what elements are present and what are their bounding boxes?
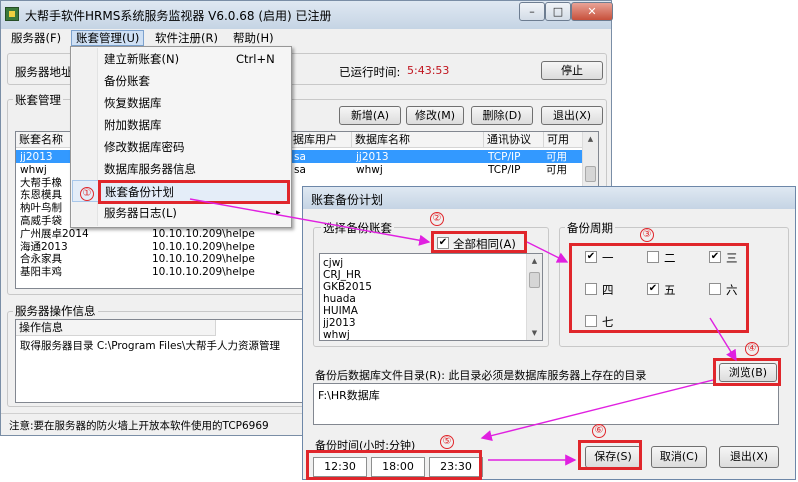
main-window-title: 大帮手软件HRMS系统服务监视器 V6.0.68 (启用) 已注册: [25, 9, 332, 23]
server-address-label: 服务器地址: [15, 65, 73, 79]
highlight-save: [578, 440, 642, 470]
highlight-all-same: [431, 231, 527, 253]
menu-server[interactable]: 服务器(F): [7, 30, 65, 46]
status-text: 注意:要在服务器的防火墙上开放本软件使用的TCP6969: [9, 420, 269, 432]
table-cell-db: jj2013: [356, 151, 389, 163]
highlight-backup-cycle: [569, 243, 749, 333]
col-header-available[interactable]: 可用: [544, 132, 584, 148]
dropdown-item[interactable]: 建立新账套(N) Ctrl+N: [72, 48, 290, 70]
dropdown-item[interactable]: 服务器日志(L) ▸: [72, 202, 290, 224]
dialog-titlebar[interactable]: 账套备份计划: [303, 187, 795, 209]
dropdown-item-label: 数据库服务器信息: [104, 162, 196, 176]
account-list-item[interactable]: CRJ_HR: [323, 269, 523, 281]
table-cell-user: sa: [294, 151, 306, 163]
dropdown-item-label: 恢复数据库: [104, 96, 162, 110]
exit-button[interactable]: 退出(X): [541, 106, 603, 125]
uptime-value: 5:43:53: [407, 64, 450, 77]
account-scroll-up-icon[interactable]: ▲: [528, 254, 541, 268]
dialog-title: 账套备份计划: [311, 193, 384, 207]
highlight-backup-plan-item: [98, 180, 290, 204]
dropdown-item-label: 修改数据库密码: [104, 140, 185, 154]
backup-plan-dialog: 账套备份计划 选择备份账套 ✔ 全部相同(A) cjwj CRJ_HR GKB201…: [302, 186, 796, 480]
close-button[interactable]: ✕: [571, 2, 613, 21]
dir-input[interactable]: F:\HR数据库: [313, 383, 779, 425]
table-cell-db: whwj: [356, 163, 383, 176]
highlight-time: [306, 450, 482, 480]
table-cell-user: sa: [294, 163, 306, 176]
marker-1: ①: [80, 187, 94, 201]
col-header-db-name[interactable]: 数据库名称: [352, 132, 484, 148]
account-list-item[interactable]: HUIMA: [323, 305, 523, 317]
dropdown-item[interactable]: 附加数据库: [72, 114, 290, 136]
account-list-scrollbar[interactable]: ▲ ▼: [526, 254, 542, 340]
highlight-browse: [713, 358, 781, 386]
minimize-button[interactable]: –: [519, 2, 545, 21]
table-cell-address: 10.10.10.209\helpe: [152, 253, 255, 266]
table-cell-protocol: TCP/IP: [488, 151, 521, 163]
backup-cycle-label: 备份周期: [565, 220, 615, 236]
table-cell-name: 合永家具: [20, 253, 62, 266]
table-cell-available: 可用: [546, 151, 567, 163]
scroll-thumb[interactable]: [585, 166, 596, 182]
dropdown-item-label: 备份账套: [104, 74, 150, 88]
table-cell-name: 基阳丰鸡: [20, 266, 62, 279]
ops-group-label: 服务器操作信息: [13, 303, 98, 319]
maximize-button[interactable]: □: [545, 2, 571, 21]
account-list-item[interactable]: huada: [323, 293, 523, 305]
stop-button[interactable]: 停止: [541, 61, 603, 80]
account-list-item[interactable]: jj2013: [323, 317, 523, 329]
table-cell-available: 可用: [546, 163, 567, 176]
account-group-label: 账套管理: [13, 92, 63, 108]
account-scroll-down-icon[interactable]: ▼: [528, 326, 541, 340]
account-list-item[interactable]: cjwj: [323, 257, 523, 269]
add-button[interactable]: 新增(A): [339, 106, 401, 125]
edit-button[interactable]: 修改(M): [406, 106, 464, 125]
dropdown-item[interactable]: 恢复数据库: [72, 92, 290, 114]
dropdown-item-shortcut: Ctrl+N: [236, 52, 275, 66]
menubar: 服务器(F) 账套管理(U) 软件注册(R) 帮助(H): [1, 29, 611, 47]
table-cell-name: 广州展卓2014: [20, 227, 89, 240]
account-list-item[interactable]: GKB2015: [323, 281, 523, 293]
marker-4: ④: [745, 342, 759, 356]
uptime-label: 已运行时间:: [339, 65, 401, 79]
main-titlebar[interactable]: 大帮手软件HRMS系统服务监视器 V6.0.68 (启用) 已注册 – □ ✕: [1, 1, 613, 29]
account-select-list[interactable]: cjwj CRJ_HR GKB2015 huada HUIMA jj2013 whwj ▲ …: [319, 253, 543, 341]
dir-label: 备份后数据库文件目录(R): 此目录必须是数据库服务器上存在的目录: [315, 369, 647, 382]
menu-help[interactable]: 帮助(H): [229, 30, 278, 46]
table-cell-address: 10.10.10.209\helpe: [152, 240, 255, 253]
col-header-db-user[interactable]: 据库用户: [290, 132, 352, 148]
dropdown-item[interactable]: 修改数据库密码: [72, 136, 290, 158]
cancel-button[interactable]: 取消(C): [651, 446, 707, 468]
delete-button[interactable]: 删除(D): [471, 106, 533, 125]
dir-value: F:\HR数据库: [318, 389, 380, 402]
select-account-label: 选择备份账套: [321, 220, 394, 236]
dropdown-item-label: 建立新账套(N): [104, 52, 180, 66]
table-cell-protocol: TCP/IP: [488, 163, 521, 176]
col-header-protocol[interactable]: 通讯协议: [484, 132, 544, 148]
menu-software-register[interactable]: 软件注册(R): [151, 30, 222, 46]
marker-3: ③: [640, 228, 654, 242]
dropdown-item-label: 服务器日志(L): [104, 206, 177, 220]
account-list-item[interactable]: whwj: [323, 329, 523, 340]
marker-6: ⑥: [592, 424, 606, 438]
ops-col-header[interactable]: 操作信息: [16, 320, 216, 336]
dropdown-item[interactable]: 数据库服务器信息: [72, 158, 290, 180]
app-icon: [5, 7, 19, 21]
table-cell-address: 10.10.10.209\helpe: [152, 266, 255, 279]
table-cell-name: 海通2013: [20, 240, 68, 253]
table-cell-address: 10.10.10.209\helpe: [152, 227, 255, 240]
dropdown-item[interactable]: 备份账套: [72, 70, 290, 92]
submenu-arrow-icon: ▸: [276, 208, 281, 218]
menu-account-management[interactable]: 账套管理(U): [71, 30, 145, 46]
scroll-up-icon[interactable]: ▲: [584, 132, 597, 146]
marker-5: ⑤: [440, 435, 454, 449]
dropdown-item-label: 附加数据库: [104, 118, 162, 132]
marker-2: ②: [430, 212, 444, 226]
dialog-exit-button[interactable]: 退出(X): [719, 446, 779, 468]
account-scroll-thumb[interactable]: [529, 272, 540, 288]
